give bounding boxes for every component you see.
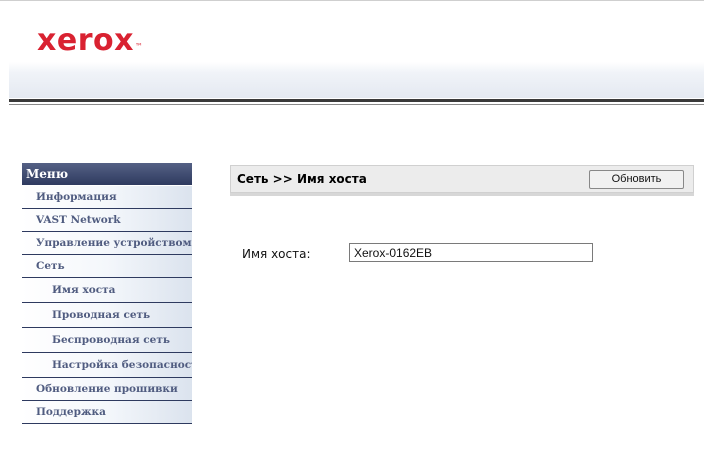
trademark-mark: ™ <box>134 42 144 51</box>
menu-item-firmware-update[interactable]: Обновление прошивки <box>22 378 192 401</box>
menu-item-wireless-network[interactable]: Беспроводная сеть <box>22 328 192 353</box>
menu-header: Меню <box>22 163 192 185</box>
header-divider <box>9 99 704 102</box>
hostname-label: Имя хоста: <box>242 247 311 261</box>
header-divider-thin <box>9 104 704 105</box>
header-band <box>9 62 704 98</box>
top-border <box>0 0 704 12</box>
menu-item-hostname[interactable]: Имя хоста <box>22 278 192 303</box>
menu-item-vast-network[interactable]: VAST Network <box>22 209 192 232</box>
menu-item-support[interactable]: Поддержка <box>22 401 192 424</box>
sidebar-menu: Меню Информация VAST Network Управление … <box>22 163 192 424</box>
menu-item-network[interactable]: Сеть <box>22 255 192 278</box>
section-title-bar: Сеть >> Имя хоста Обновить <box>230 165 694 193</box>
logo-text: xerox <box>37 23 134 58</box>
title-bar-shadow <box>230 193 694 196</box>
menu-item-security-settings[interactable]: Настройка безопасности <box>22 353 192 378</box>
refresh-button[interactable]: Обновить <box>589 170 684 189</box>
xerox-logo: xerox™ <box>37 22 144 60</box>
menu-item-info[interactable]: Информация <box>22 186 192 209</box>
menu-item-wired-network[interactable]: Проводная сеть <box>22 303 192 328</box>
menu-item-device-management[interactable]: Управление устройством <box>22 232 192 255</box>
hostname-input[interactable] <box>349 243 593 262</box>
page-title: Сеть >> Имя хоста <box>237 172 367 186</box>
